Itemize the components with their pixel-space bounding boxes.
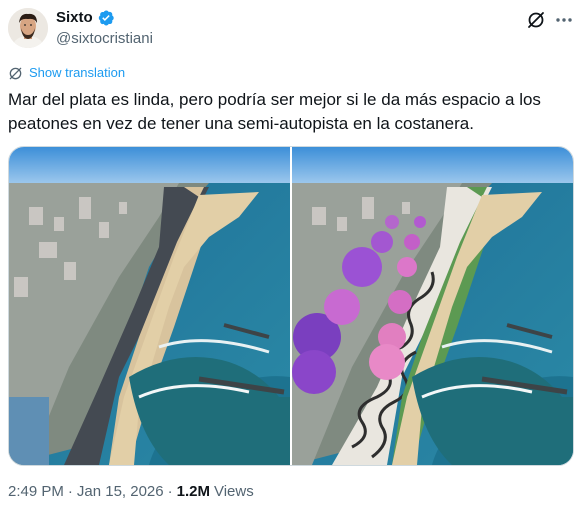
author-name-row: Sixto (56, 8, 115, 28)
meta-separator: · (67, 483, 73, 500)
tweet-text: Mar del plata es linda, pero podría ser … (8, 90, 541, 133)
views-label: Views (213, 483, 254, 500)
avatar[interactable] (8, 8, 48, 48)
show-translation-label: Show translation (29, 65, 126, 80)
more-icon[interactable] (553, 9, 575, 31)
grok-icon[interactable] (525, 9, 547, 31)
media-container (8, 146, 574, 466)
author-handle[interactable]: @sixtocristiani (56, 29, 153, 49)
translate-icon (8, 66, 23, 81)
tweet-meta: 2:49 PM · Jan 15, 2026 · 1.2M Views (8, 482, 254, 502)
show-translation-button[interactable]: Show translation (8, 65, 125, 81)
views-count: 1.2M (176, 483, 210, 500)
verified-badge-icon[interactable] (97, 9, 115, 27)
photo-coast-promenade[interactable] (292, 147, 573, 465)
meta-separator: · (167, 483, 173, 500)
tweet-date[interactable]: Jan 15, 2026 (77, 482, 164, 502)
author-display-name[interactable]: Sixto (56, 8, 93, 28)
avatar-image (8, 8, 48, 48)
tweet-time[interactable]: 2:49 PM (8, 482, 64, 502)
photo-coast-highway[interactable] (9, 147, 290, 465)
